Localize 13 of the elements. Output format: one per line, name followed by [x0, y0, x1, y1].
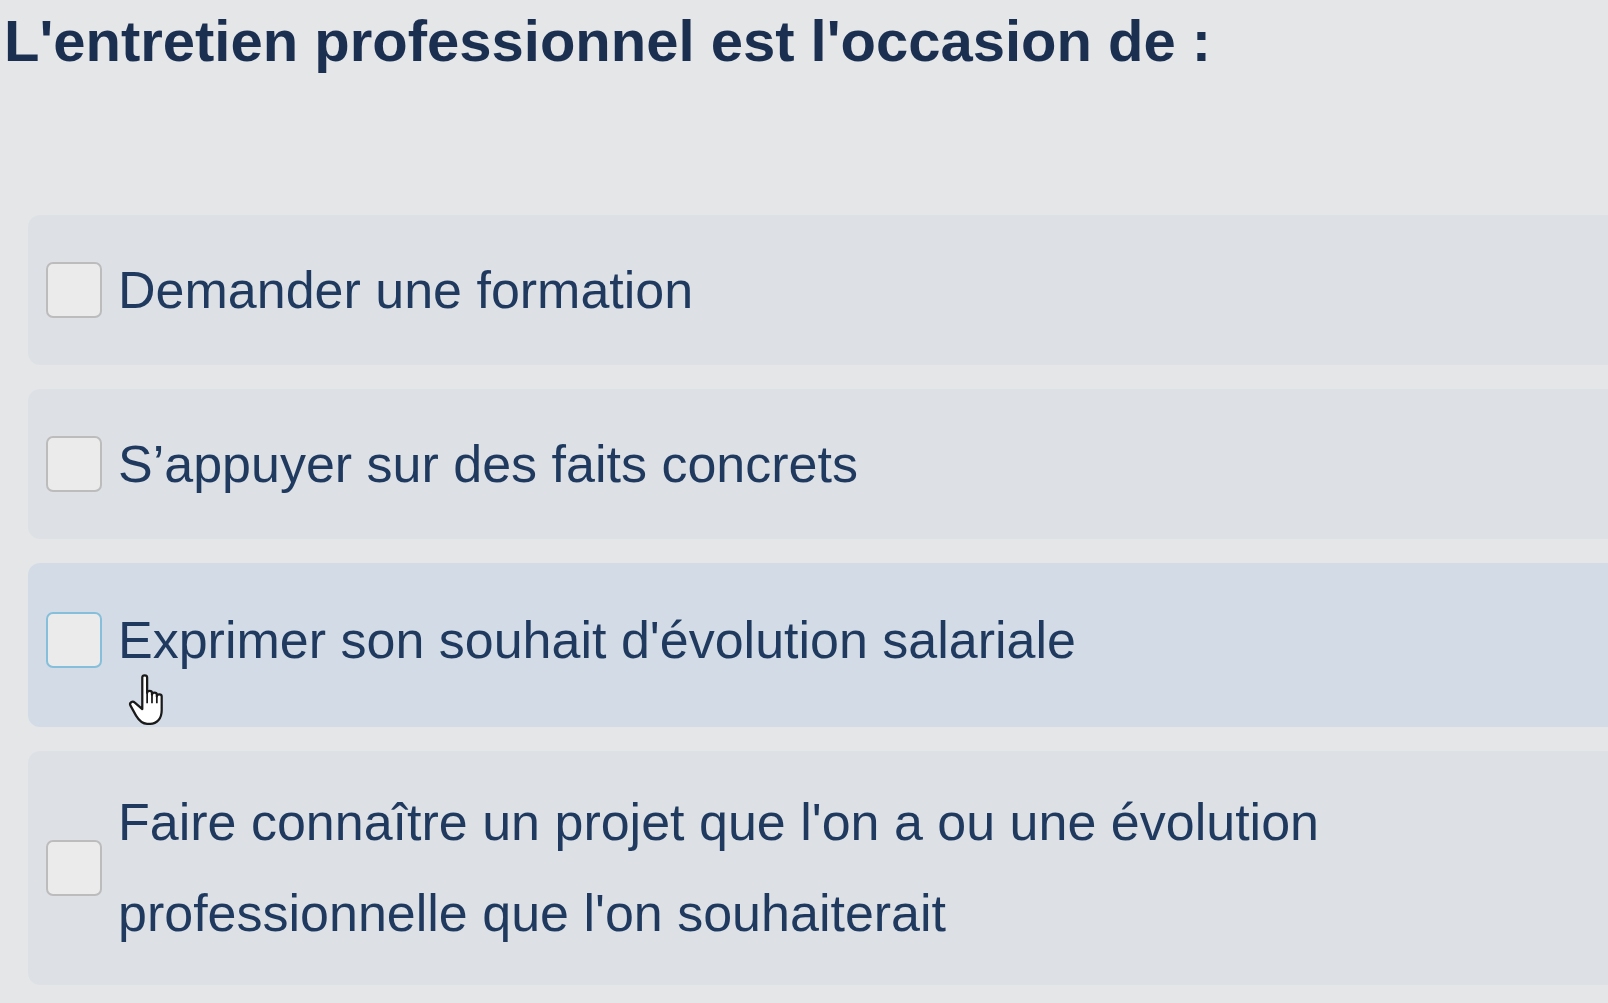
answer-option[interactable]: Faire connaître un projet que l'on a ou une évolution professionnelle que l'on souhaiterait [28, 751, 1608, 985]
answer-option[interactable]: S’appuyer sur des faits concrets [28, 389, 1608, 539]
option-label: Exprimer son souhait d'évolution salariale [118, 610, 1076, 671]
checkbox[interactable] [46, 612, 102, 668]
option-label: Demander une formation [118, 260, 694, 321]
checkbox[interactable] [46, 436, 102, 492]
question-title: L'entretien professionnel est l'occasion de : [3, 7, 1213, 75]
option-label: S’appuyer sur des faits concrets [118, 434, 858, 495]
checkbox[interactable] [46, 262, 102, 318]
option-label: Faire connaître un projet que l'on a ou une évolution professionnelle que l'on souhaiterait [118, 792, 1320, 944]
answer-option[interactable]: Demander une formation [28, 215, 1608, 365]
answer-option[interactable]: Exprimer son souhait d'évolution salariale [28, 563, 1608, 727]
checkbox[interactable] [46, 840, 102, 896]
